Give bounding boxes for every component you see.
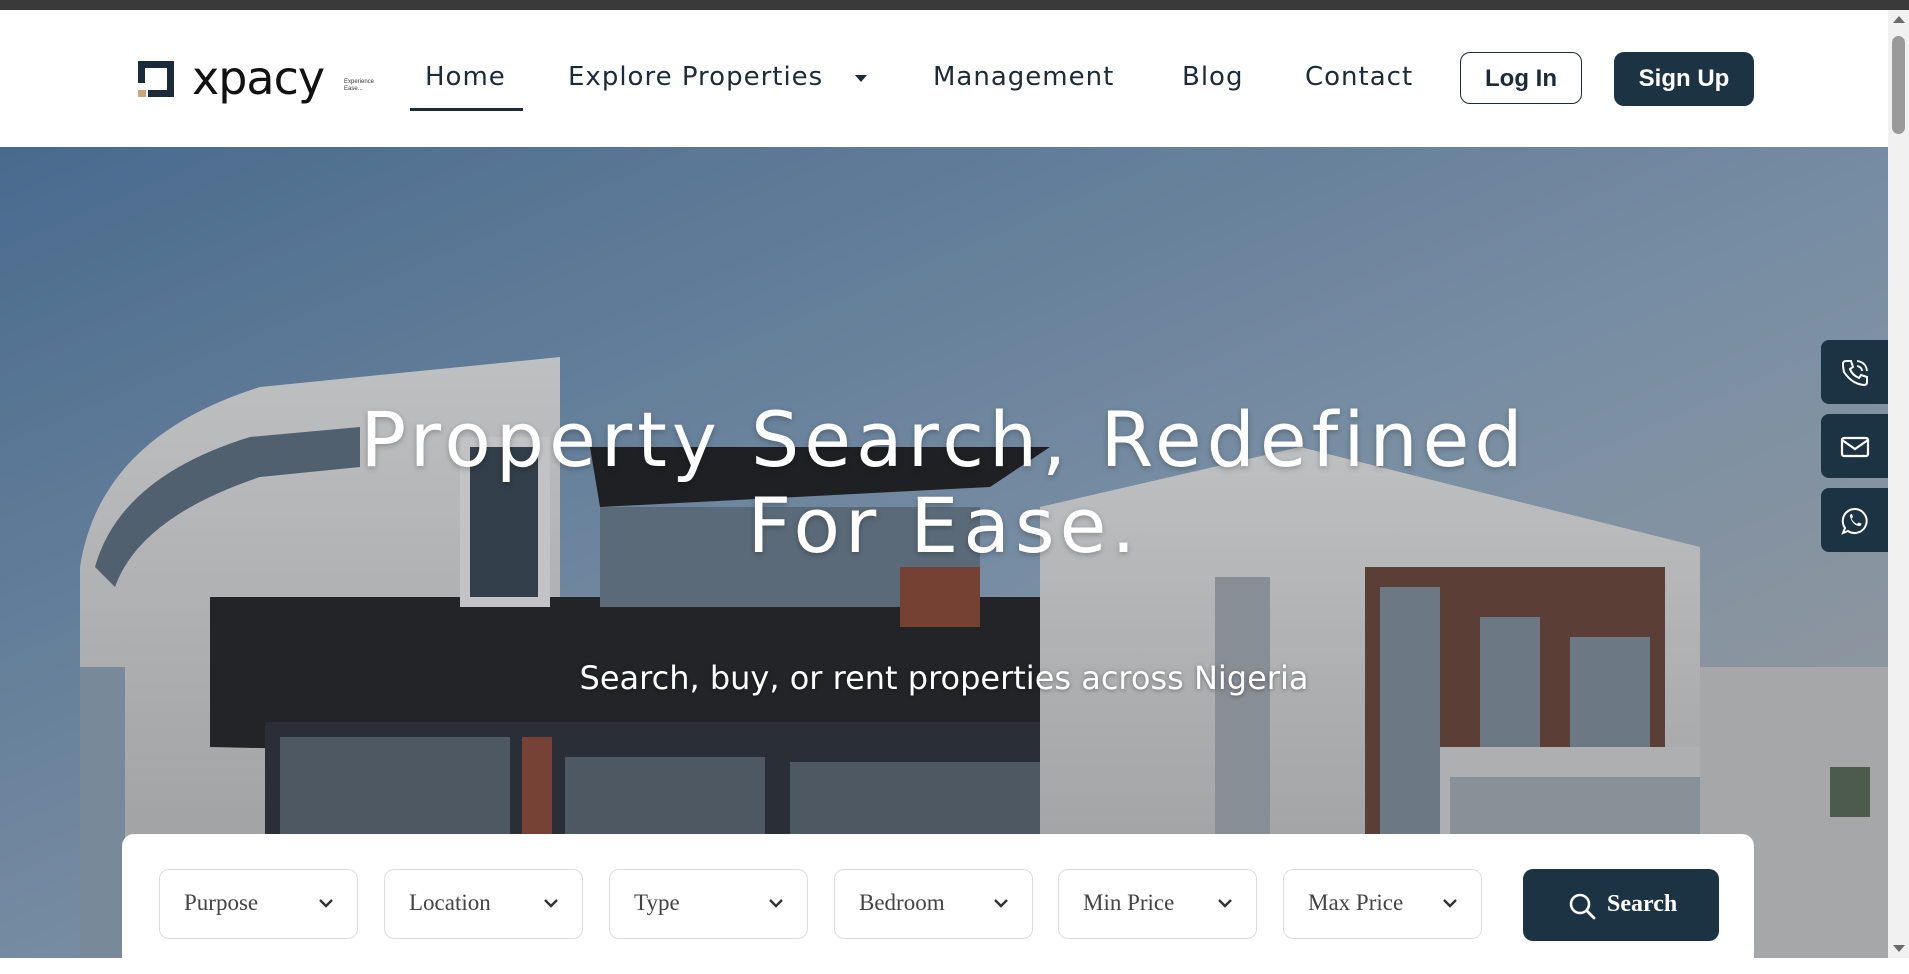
nav-contact[interactable]: Contact	[1305, 62, 1413, 92]
hero-subtitle: Search, buy, or rent properties across N…	[579, 659, 1309, 697]
chevron-down-icon	[1443, 899, 1457, 908]
property-search-panel: Purpose Location Type Bedroom Min Price …	[122, 834, 1754, 974]
browser-top-strip	[0, 0, 1909, 10]
nav-management[interactable]: Management	[933, 62, 1114, 92]
nav-home[interactable]: Home	[425, 62, 506, 92]
min-price-select[interactable]: Min Price	[1058, 869, 1257, 939]
login-button[interactable]: Log In	[1460, 52, 1582, 104]
search-button[interactable]: Search	[1523, 869, 1719, 941]
hero-title: Property Search, Redefined For Ease.	[0, 397, 1888, 569]
nav-active-underline	[410, 108, 523, 111]
scroll-thumb[interactable]	[1892, 36, 1905, 134]
logo-tagline: Experience Ease...	[344, 79, 375, 92]
chevron-down-icon	[769, 899, 783, 908]
dock-phone-button[interactable]	[1821, 340, 1888, 404]
caret-down-icon[interactable]	[855, 75, 867, 82]
location-select-label: Location	[409, 890, 491, 915]
logo-wordmark: xpacy	[192, 51, 325, 105]
purpose-select-label: Purpose	[184, 890, 259, 915]
dock-mail-button[interactable]	[1821, 414, 1888, 478]
max-price-select[interactable]: Max Price	[1283, 869, 1482, 939]
whatsapp-icon	[1841, 507, 1868, 535]
hero-title-line-1: Property Search, Redefined	[360, 395, 1528, 484]
min-price-select-label: Min Price	[1083, 890, 1175, 915]
type-select-label: Type	[634, 890, 680, 915]
location-select[interactable]: Location	[384, 869, 583, 939]
chevron-down-icon	[1218, 899, 1232, 908]
logo-mark-icon	[138, 61, 174, 97]
bedroom-select-label: Bedroom	[859, 890, 945, 915]
dock-whatsapp-button[interactable]	[1821, 488, 1888, 552]
chevron-down-icon	[319, 899, 333, 908]
site-header: xpacy Experience Ease... Home Explore Pr…	[0, 10, 1888, 147]
logo[interactable]: xpacy Experience Ease...	[134, 51, 375, 111]
signup-button[interactable]: Sign Up	[1614, 52, 1754, 106]
nav-blog[interactable]: Blog	[1182, 62, 1243, 92]
bedroom-select[interactable]: Bedroom	[834, 869, 1033, 939]
scroll-up-arrow-icon[interactable]	[1893, 16, 1905, 23]
phone-icon	[1841, 360, 1868, 387]
search-button-label: Search	[1607, 891, 1678, 917]
page-scrollbar[interactable]	[1888, 10, 1909, 958]
search-icon	[1569, 893, 1596, 920]
nav-explore-properties[interactable]: Explore Properties	[568, 62, 823, 92]
purpose-select[interactable]: Purpose	[159, 869, 358, 939]
hero-title-line-2: For Ease.	[747, 481, 1141, 570]
max-price-select-label: Max Price	[1308, 890, 1404, 915]
chevron-down-icon	[544, 899, 558, 908]
type-select[interactable]: Type	[609, 869, 808, 939]
chevron-down-icon	[994, 899, 1008, 908]
scroll-down-arrow-icon[interactable]	[1893, 945, 1905, 952]
mail-icon	[1840, 436, 1870, 458]
